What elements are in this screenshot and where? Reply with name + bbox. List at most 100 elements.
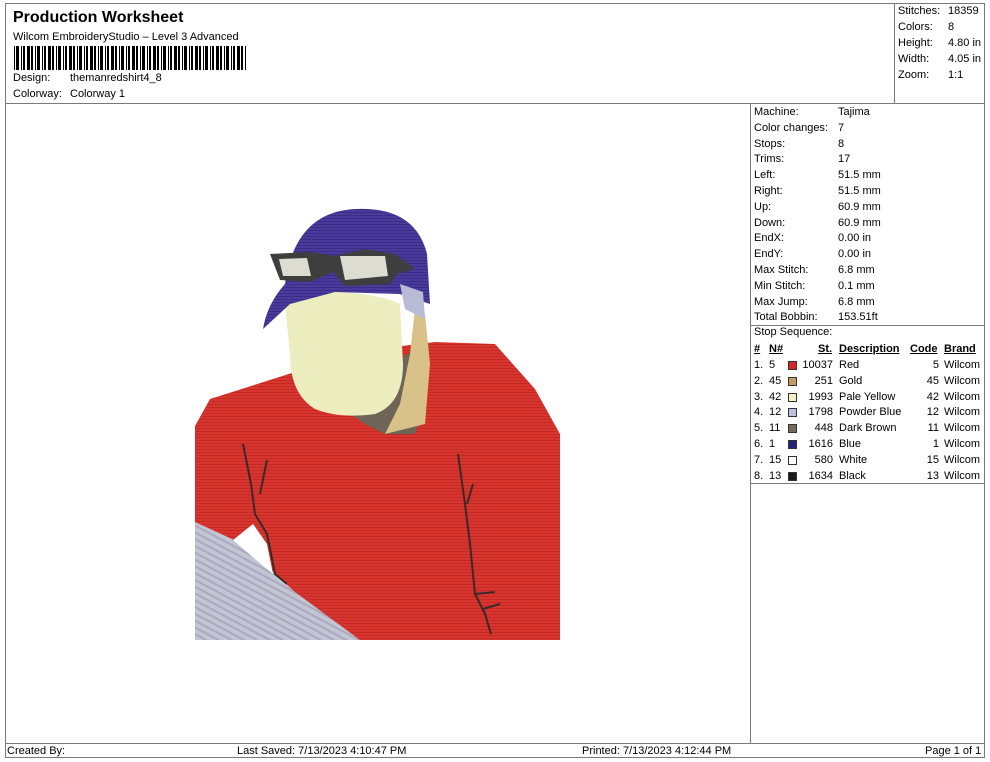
barcode-bar — [142, 46, 145, 70]
stop-brand: Wilcom — [944, 422, 981, 435]
machine-info-label: Left: — [754, 169, 776, 182]
stop-description: Red — [839, 359, 860, 371]
design-row: Design: themanredshirt4_8 — [13, 72, 162, 84]
stop-needle: 42 — [769, 390, 782, 403]
stop-description: Pale Yellow — [839, 390, 896, 403]
machine-info-label: Machine: — [754, 106, 799, 118]
stop-needle: 11 — [769, 422, 781, 435]
barcode-bar — [37, 46, 40, 70]
barcode-bar — [153, 46, 156, 70]
thread-color-swatch — [788, 471, 797, 481]
barcode-bar — [182, 46, 183, 70]
software-subtitle: Wilcom EmbroideryStudio – Level 3 Advanc… — [13, 31, 239, 43]
barcode-bar — [140, 46, 141, 70]
barcode-bar — [107, 46, 109, 70]
barcode-bar — [132, 46, 135, 70]
thread-color-swatch — [788, 424, 797, 434]
machine-info-row: EndX: 0.00 in — [754, 232, 871, 247]
stop-description: White — [839, 453, 868, 466]
barcode-bar — [23, 46, 25, 70]
stop-needle: 5 — [769, 359, 776, 371]
machine-info-value: 8 — [838, 137, 845, 150]
barcode-bar — [210, 46, 211, 70]
machine-info-value: 60.9 mm — [838, 216, 881, 229]
barcode-bar — [126, 46, 127, 70]
col-header-index: # — [754, 343, 761, 355]
barcode-bar — [226, 46, 229, 70]
barcode-bar — [168, 46, 169, 70]
machine-info-row: Max Jump: 6.8 mm — [754, 296, 875, 311]
stop-index: 6. — [754, 438, 764, 450]
stat-value: 8 — [948, 21, 955, 33]
machine-info-row: Stops: 8 — [754, 138, 844, 153]
stop-code: 42 — [926, 390, 939, 403]
barcode-bar — [231, 46, 232, 70]
stop-code: 45 — [926, 374, 939, 387]
machine-info-label: EndX: — [754, 232, 784, 245]
barcode-bar — [119, 46, 120, 70]
barcode-bar — [157, 46, 159, 70]
barcode-bar — [115, 46, 117, 70]
barcode-bar — [100, 46, 103, 70]
barcode-bar — [220, 46, 222, 70]
design-preview — [5, 104, 751, 743]
machine-info-row: Color changes: 7 — [754, 122, 844, 137]
stop-description: Dark Brown — [839, 422, 897, 435]
barcode-bar — [65, 46, 67, 70]
barcode-bar — [94, 46, 96, 70]
stop-description: Black — [839, 469, 866, 482]
printed-date: Printed: 7/13/2023 4:12:44 PM — [582, 745, 732, 757]
machine-info-label: Right: — [754, 185, 783, 197]
stop-brand: Wilcom — [944, 390, 981, 403]
barcode-bar — [16, 46, 19, 70]
machine-info-row: Down: 60.9 mm — [754, 217, 881, 232]
stop-brand: Wilcom — [944, 406, 981, 419]
page-number: Page 1 of 1 — [925, 745, 982, 757]
machine-info-label: Min Stitch: — [754, 279, 806, 292]
barcode-bar — [35, 46, 36, 70]
barcode-bar — [170, 46, 172, 70]
stop-stitch-count: 251 — [814, 374, 833, 387]
machine-info-value: 0.1 mm — [838, 279, 875, 292]
barcode-bar — [63, 46, 64, 70]
machine-info-label: Up: — [754, 200, 772, 213]
page-title: Production Worksheet — [13, 9, 184, 26]
barcode-bar — [98, 46, 99, 70]
barcode-bar — [84, 46, 85, 70]
machine-info-row: EndY: 0.00 in — [754, 248, 871, 263]
barcode-bar — [27, 46, 30, 70]
barcode-bar — [77, 46, 78, 70]
barcode-bar — [237, 46, 240, 70]
stat-value: 4.05 in — [948, 53, 982, 65]
barcode-bar — [111, 46, 114, 70]
barcode-bar — [48, 46, 51, 70]
machine-info-value: 51.5 mm — [838, 185, 881, 197]
machine-info-value: 6.8 mm — [838, 295, 875, 308]
barcode-bar — [31, 46, 33, 70]
barcode-bar — [56, 46, 57, 70]
stop-index: 4. — [754, 406, 764, 419]
machine-info-row: Max Stitch: 6.8 mm — [754, 264, 875, 279]
barcode-bar — [174, 46, 177, 70]
worksheet-footer: Created By: Last Saved: 7/13/2023 4:10:4… — [5, 743, 985, 758]
stat-value: 18359 — [948, 5, 979, 17]
stop-code: 5 — [932, 359, 939, 371]
machine-info-value: 6.8 mm — [838, 264, 875, 276]
thread-color-swatch — [788, 440, 797, 449]
stat-stitches: Stitches: 18359 — [898, 5, 979, 17]
stop-stitch-count: 1616 — [808, 438, 833, 450]
col-header-stitches: St. — [818, 343, 833, 355]
barcode-bar — [241, 46, 243, 70]
thread-color-swatch — [788, 455, 797, 465]
barcode-bar — [14, 46, 15, 70]
barcode-bar — [121, 46, 124, 70]
machine-info-label: Color changes: — [754, 121, 828, 134]
machine-info-row: Right: 51.5 mm — [754, 185, 881, 200]
barcode-bar — [161, 46, 162, 70]
barcode-bar — [245, 46, 246, 70]
col-header-description: Description — [839, 343, 900, 355]
machine-info-value: 153.51ft — [838, 311, 878, 324]
thread-color-swatch — [788, 361, 797, 370]
machine-info-row: Total Bobbin: 153.51ft — [754, 311, 878, 326]
stat-label: Height: — [898, 37, 933, 49]
